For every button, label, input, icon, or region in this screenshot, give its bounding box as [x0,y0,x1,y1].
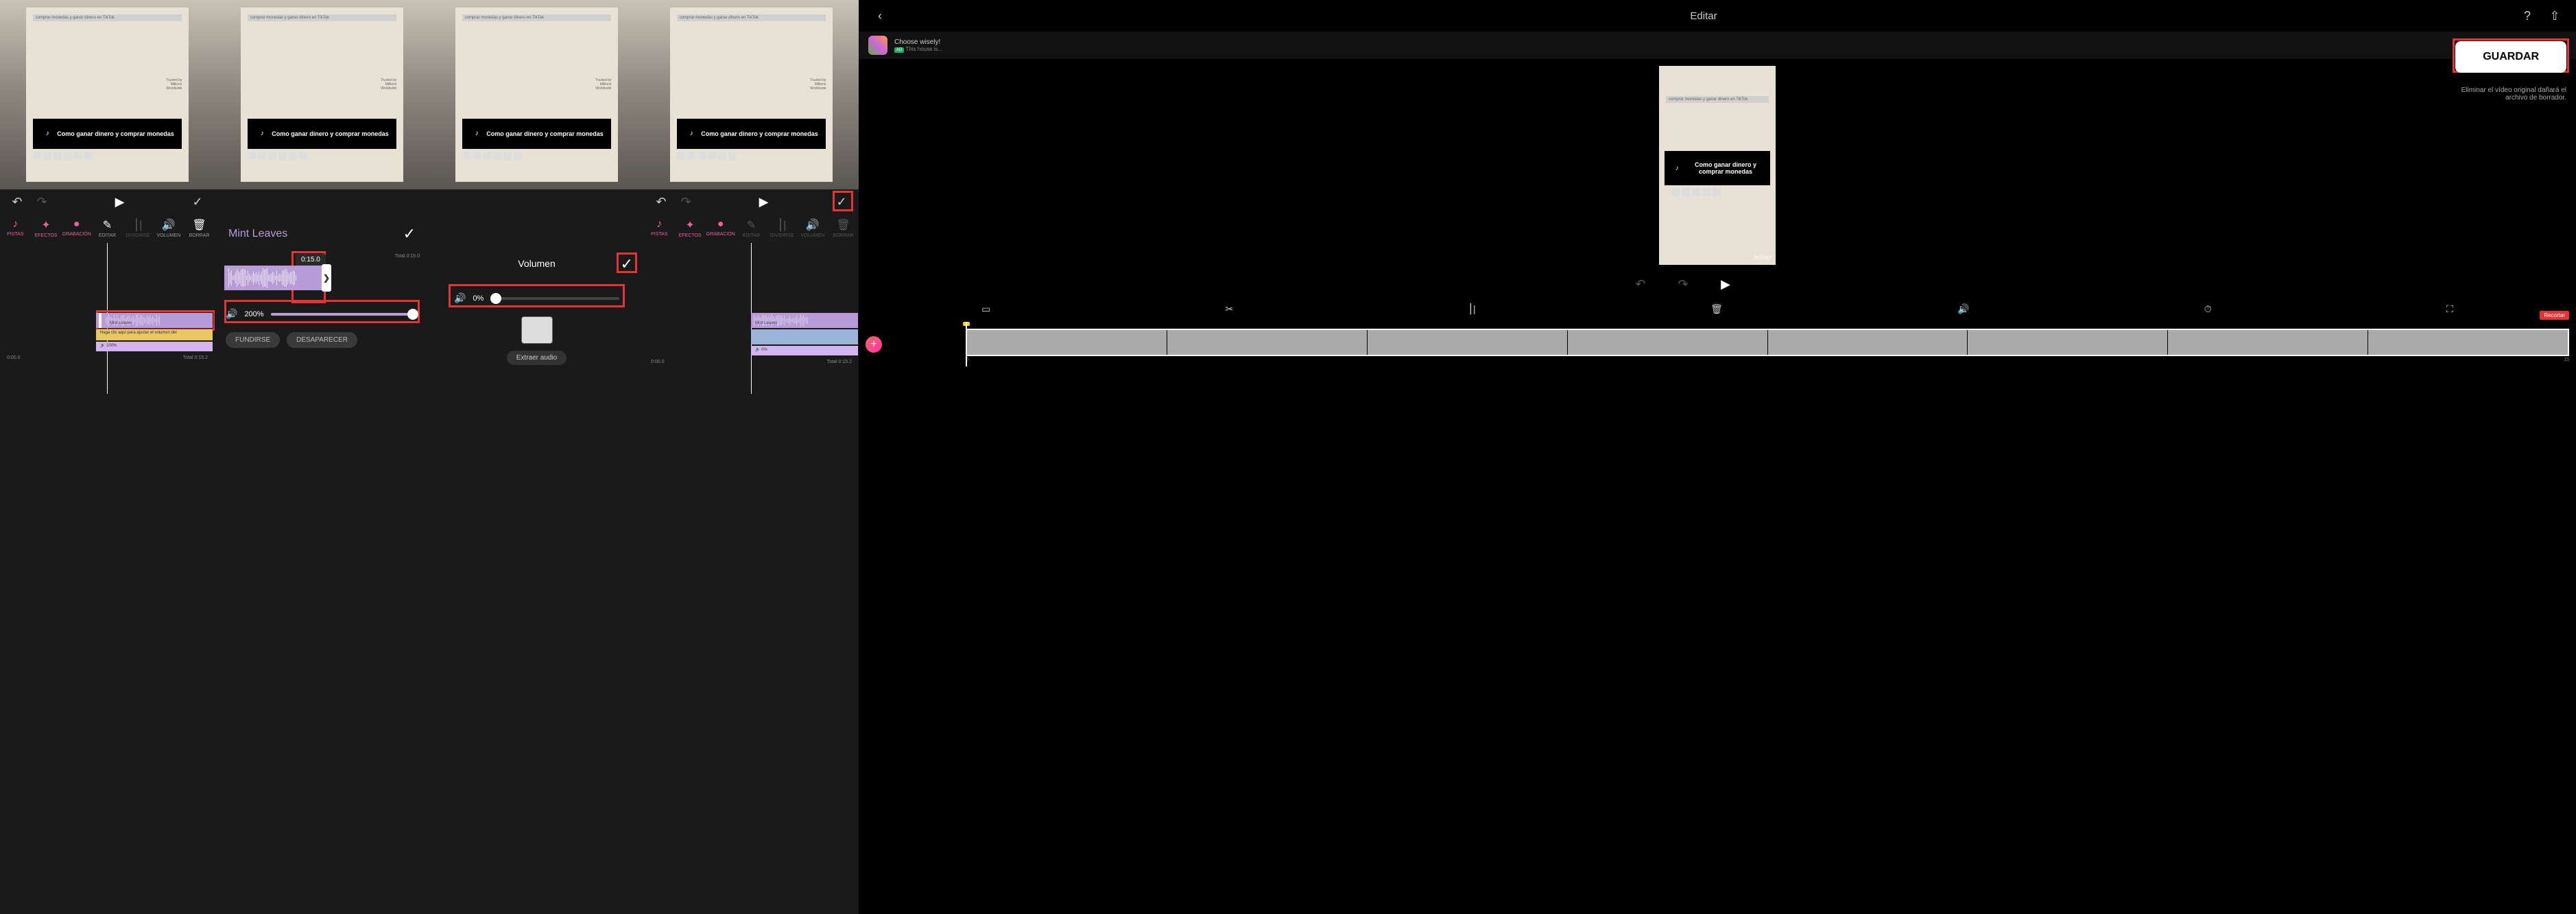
ad-title: Choose wisely! [894,38,942,46]
hint-track[interactable]: Haga clic aquí para ajustar el volumen d… [96,329,213,340]
undo-icon[interactable]: ↶ [654,194,669,209]
tool-editar[interactable]: ✎EDITAR [93,218,121,238]
tool-grabacion[interactable]: ●GRABACIÓN [707,218,735,237]
crop-icon[interactable]: ⛶ [2446,303,2453,315]
video-preview[interactable]: comprar monedas y ganar dinero en TikTok… [644,0,859,189]
waveform[interactable]: for(let i=0;i<50;i++)document.write('<di… [224,266,324,290]
panel-save: ‹ Editar ? ⇧ Choose wisely! AD This hous… [859,0,2576,914]
tool-grabacion[interactable]: ●GRABACIÓN [63,218,91,237]
tool-pistas[interactable]: ♪PISTAS [645,218,673,237]
time-start: 0:00.0 [7,355,20,360]
panel-audio-tracks: comprar monedas y ganar dinero en TikTok… [0,0,215,914]
chip-desaparecer[interactable]: DESAPARECER [287,332,357,348]
extract-audio-button[interactable]: Extraer audio [507,351,567,365]
play-controls: ↶ ↷ ▶ ✓ [0,189,215,214]
time-total: Total 0:15.2 [827,360,852,364]
page-title: Editar [1690,10,1717,22]
confirm-icon[interactable]: ✓ [403,225,416,243]
audio-track-mint[interactable]: for(let i=0;i<40;i++)document.write('<di… [751,313,858,328]
play-icon[interactable]: ▶ [1718,277,1733,292]
audio-track-mint[interactable]: for(let i=0;i<40;i++)document.write('<di… [96,313,213,328]
vol-track[interactable]: 🔊 0% [751,346,858,355]
vol-track[interactable]: 🔊 100% [96,342,213,351]
undo-icon[interactable]: ↶ [1633,277,1648,292]
tool-efectos[interactable]: ✦EFECTOS [32,218,60,238]
canvas-icon[interactable]: ▭ [981,303,990,315]
ad-thumbnail [868,36,887,55]
audio-toolbar: ♪PISTAS ✦EFECTOS ●GRABACIÓN ✎EDITAR ⎮|DI… [644,214,859,243]
time-start: 0:00.0 [651,360,664,364]
confirm-icon[interactable]: ✓ [621,255,633,273]
tool-dividirse: ⎮|DIVIDIRSE [124,218,152,238]
back-icon[interactable]: ‹ [872,8,887,23]
confirm-icon[interactable]: ✓ [190,194,205,209]
track-title: Mint Leaves [228,228,287,240]
video-preview[interactable]: comprar monedas y ganar dinero en TikTok… [215,0,429,189]
clip-toolbar: ▭ ✂ ⎮| 🗑 🔊 ⏱ ⛶ [859,296,2576,322]
help-icon[interactable]: ? [2520,8,2535,23]
video-track[interactable] [751,329,858,344]
timeline[interactable]: for(let i=0;i<40;i++)document.write('<di… [0,243,215,394]
delete-icon[interactable]: 🗑 [1710,303,1723,315]
volume-title: Volumen ✓ [429,244,644,276]
time-total: Total 0:15.0 [395,254,420,259]
tool-borrar: 🗑BORRAR [830,218,857,238]
video-preview[interactable]: comprar monedas y ganar dinero en TikTok… [0,0,215,189]
clip-thumbnail[interactable] [521,316,553,344]
play-icon[interactable]: ▶ [756,194,772,209]
volume-icon[interactable]: 🔊 [1957,303,1969,315]
time-badge: 0:15.0 [296,254,326,266]
audio-toolbar: ♪PISTAS ✦EFECTOS ●GRABACIÓN ✎EDITAR ⎮|DI… [0,214,215,243]
tool-efectos[interactable]: ✦EFECTOS [676,218,704,238]
undo-icon[interactable]: ↶ [10,194,25,209]
add-button[interactable]: + [866,336,882,353]
trim-handle-right[interactable]: ❯ [322,264,331,292]
tool-borrar[interactable]: 🗑BORRAR [186,218,213,238]
video-preview-large[interactable]: comprar monedas y ganar dinero en TikTok… [1659,66,1776,265]
recortar-badge: Recortar [2540,311,2569,320]
tool-volumen[interactable]: 🔊VOLUMEN [155,218,182,238]
timeline[interactable]: for(let i=0;i<40;i++)document.write('<di… [644,243,859,394]
tool-dividirse: ⎮|DIVIDIRSE [768,218,796,238]
watermark[interactable]: InShot [1754,254,1772,261]
editor-header: ‹ Editar ? ⇧ [859,0,2576,32]
timeline-filmstrip[interactable] [966,329,2569,356]
tool-pistas[interactable]: ♪PISTAS [1,218,29,237]
banner-text: ♪ Como ganar dinero y comprar monedas [33,119,182,149]
preview-topbar: comprar monedas y ganar dinero en TikTok [33,14,182,21]
split-icon[interactable]: ⎮| [1468,303,1476,315]
redo-icon: ↷ [1675,277,1691,292]
panel-confirm: comprar monedas y ganar dinero en TikTok… [644,0,859,914]
cut-icon[interactable]: ✂ [1226,303,1234,315]
video-preview[interactable]: comprar monedas y ganar dinero en TikTok… [429,0,644,189]
share-icon[interactable]: ⇧ [2547,8,2562,23]
play-controls: ↶ ↷ ▶ ✓ [644,189,859,214]
tiktok-icon: ♪ [40,127,54,141]
panel-volume: comprar monedas y ganar dinero en TikTok… [429,0,644,914]
panel-track-edit: comprar monedas y ganar dinero en TikTok… [215,0,429,914]
redo-icon: ↷ [678,194,693,209]
tool-editar: ✎EDITAR [737,218,765,238]
redo-icon: ↷ [34,194,49,209]
play-icon[interactable]: ▶ [112,194,128,209]
tool-volumen: 🔊VOLUMEN [799,218,826,238]
grammarly-text: Trusted by Millions Worldwide [166,78,182,91]
speed-icon[interactable]: ⏱ [2204,303,2212,315]
ad-banner[interactable]: Choose wisely! AD This house is... [859,32,2576,59]
time-total: Total 0:15.2 [183,355,208,360]
chip-fundirse[interactable]: FUNDIRSE [226,332,280,348]
